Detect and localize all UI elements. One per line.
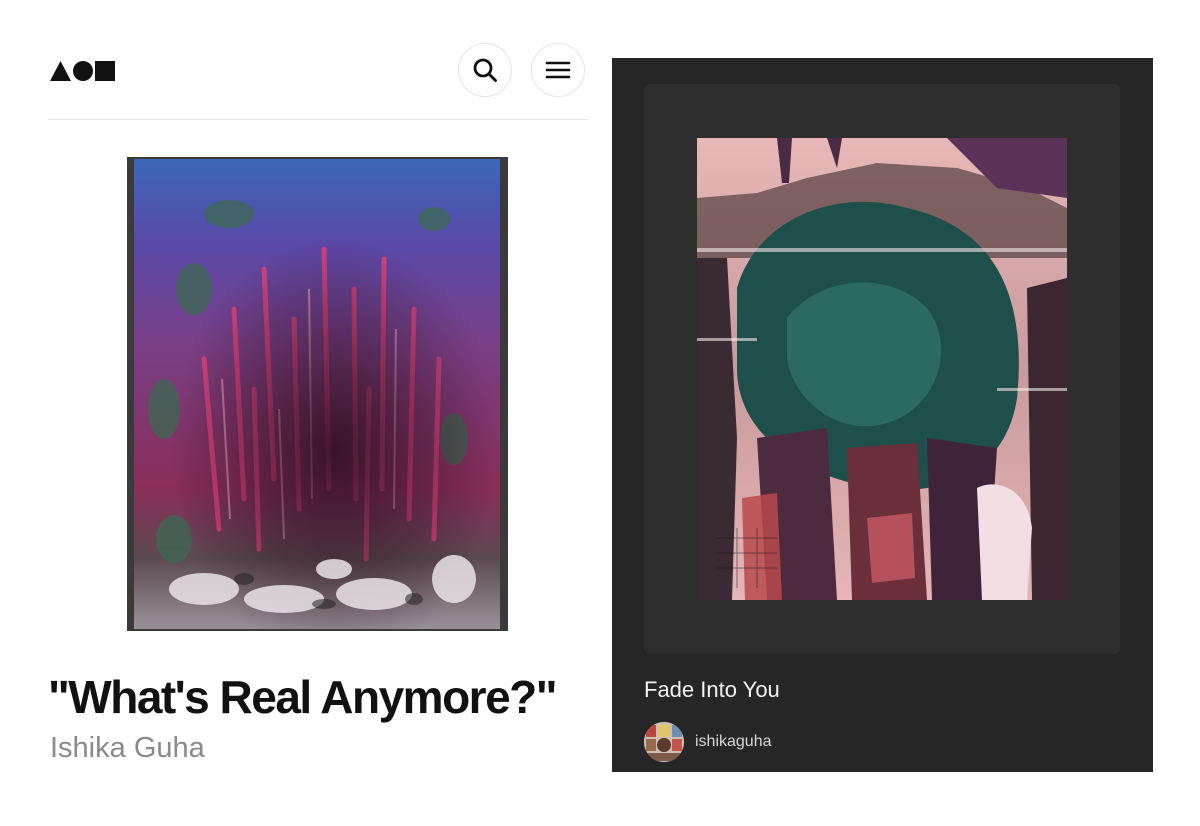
artwork-image[interactable]	[127, 157, 508, 631]
artwork-title: "What's Real Anymore?"	[48, 671, 558, 723]
user-avatar[interactable]	[644, 722, 684, 762]
artist-name[interactable]: Ishika Guha	[50, 730, 205, 766]
search-icon	[473, 58, 497, 82]
artwork-card[interactable]	[644, 84, 1120, 654]
artwork-image[interactable]	[697, 138, 1067, 600]
search-button[interactable]	[458, 43, 512, 97]
hamburger-menu-icon	[545, 61, 571, 79]
artwork-title[interactable]: Fade Into You	[644, 676, 780, 704]
artwork-detail-panel: "What's Real Anymore?" Ishika Guha	[0, 0, 600, 826]
triangle-circle-square-logo[interactable]	[50, 60, 116, 82]
menu-button[interactable]	[531, 43, 585, 97]
artwork-card-panel: Fade Into You ishikaguha	[612, 58, 1153, 772]
username[interactable]: ishikaguha	[695, 731, 772, 753]
header-divider	[48, 119, 588, 120]
